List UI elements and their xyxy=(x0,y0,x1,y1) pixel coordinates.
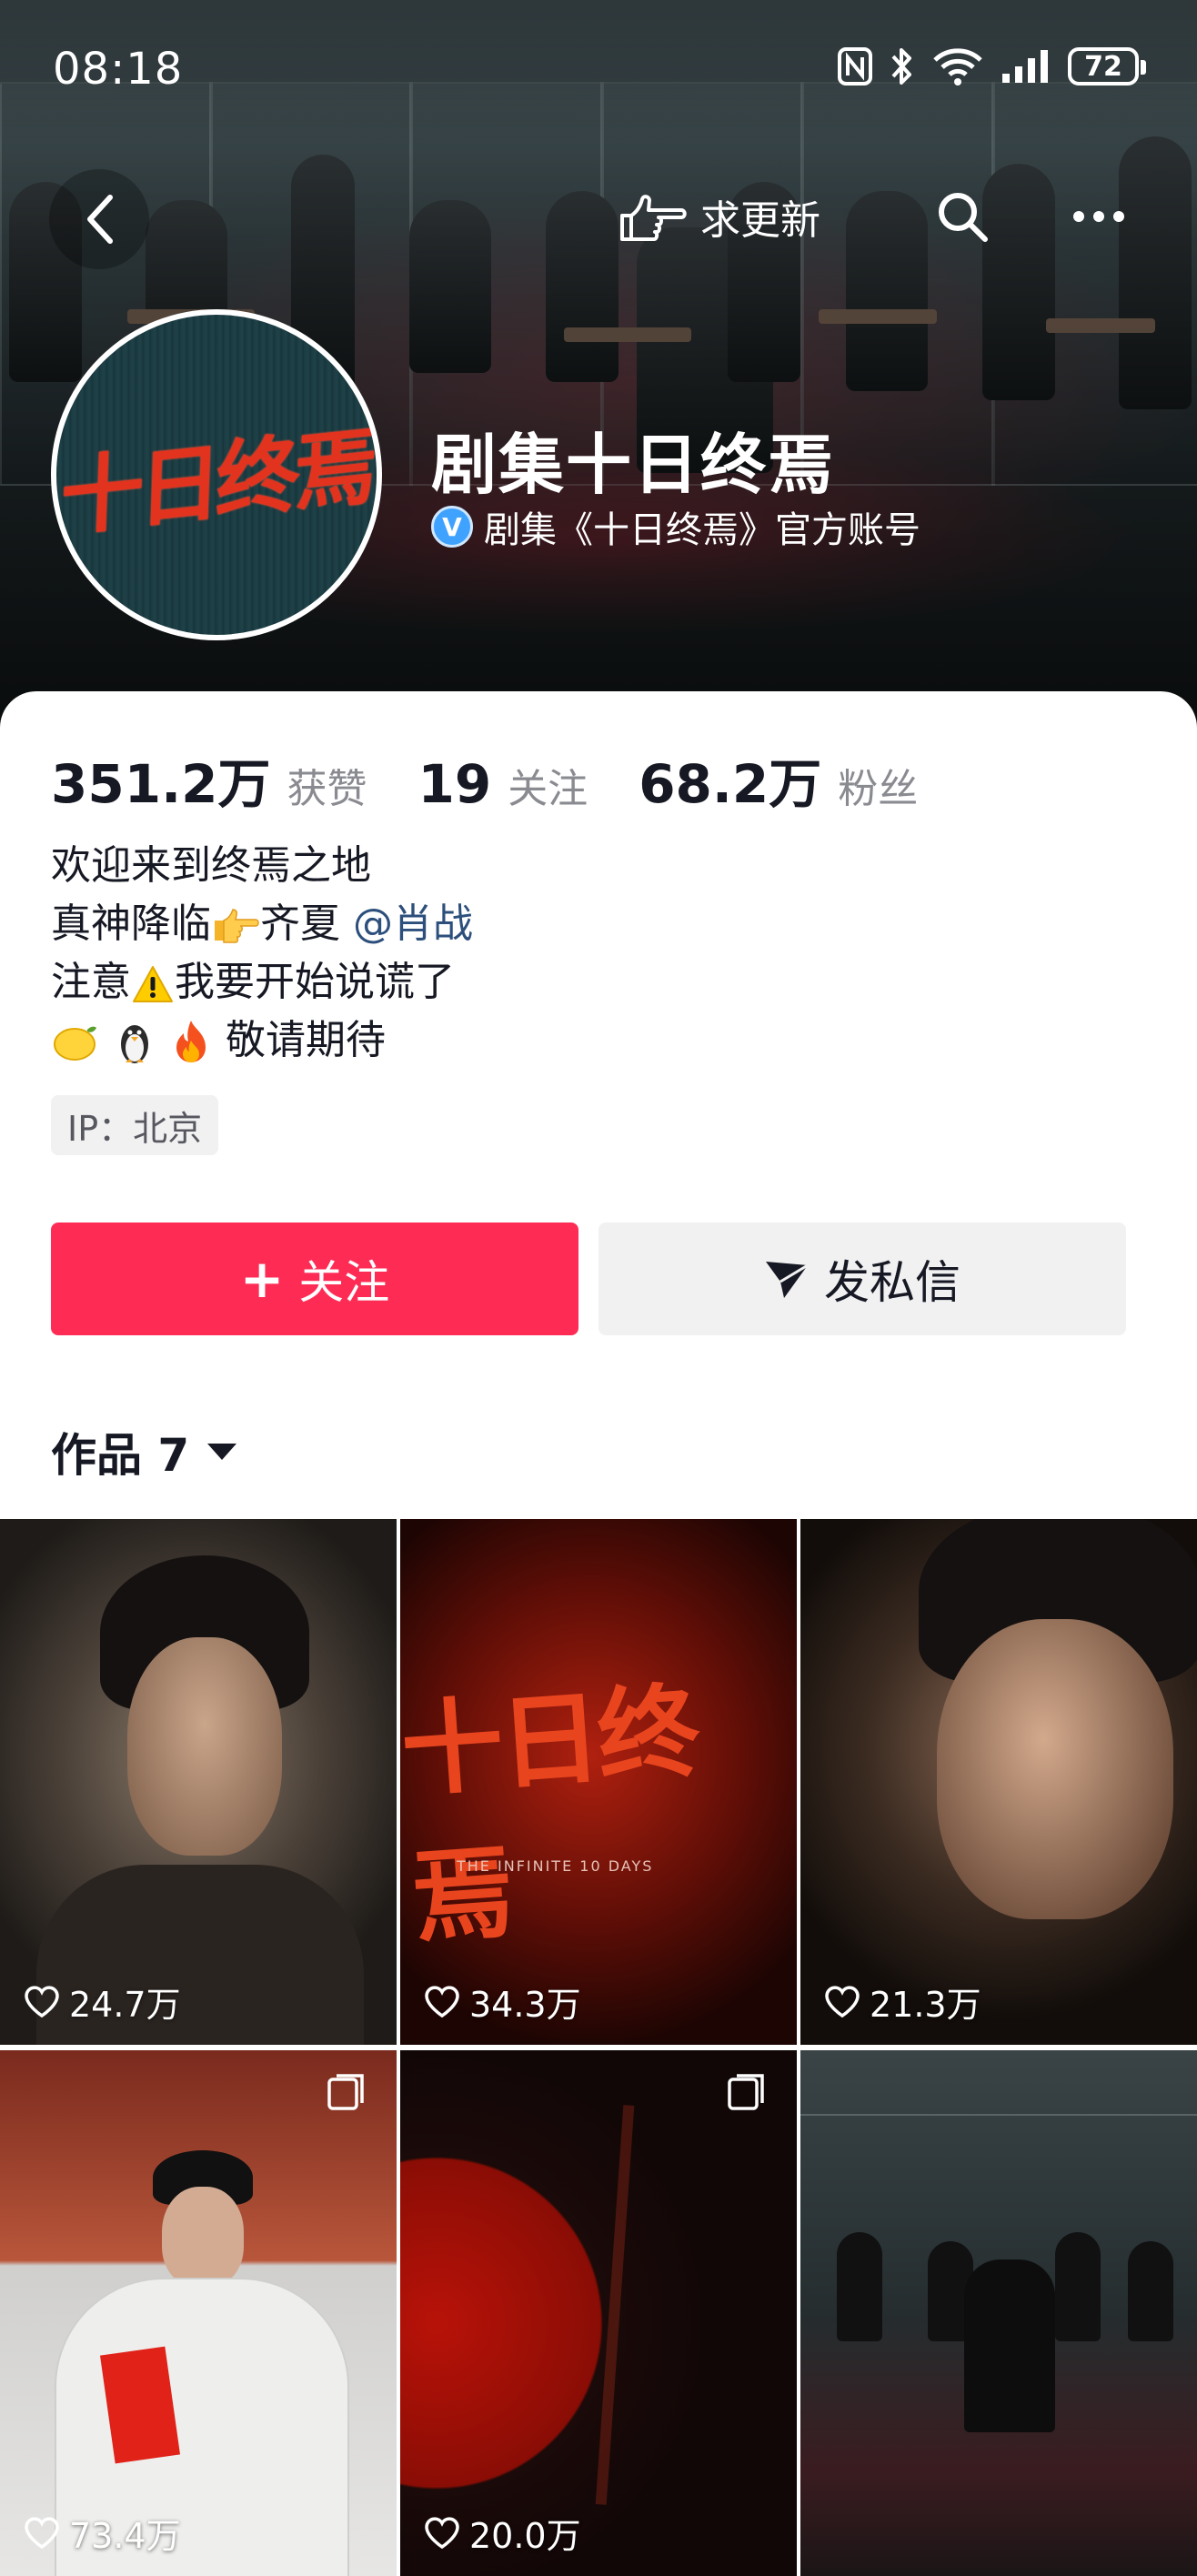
send-icon xyxy=(766,1262,809,1298)
likes-counter: 73.4万 xyxy=(24,2508,181,2558)
pointing-hand-icon xyxy=(620,195,687,241)
bio-line-2-name: 齐夏 xyxy=(260,901,353,947)
follow-label: 关注 xyxy=(298,1256,390,1309)
stat-following[interactable]: 19 关注 xyxy=(417,753,588,815)
likes-count: 24.7万 xyxy=(69,1985,181,2025)
mention-link[interactable]: @肖战 xyxy=(353,901,473,947)
caret-down-icon xyxy=(207,1444,237,1460)
video-tile[interactable] xyxy=(800,2050,1197,2576)
likes-counter: 21.3万 xyxy=(824,1977,981,2027)
more-dot-icon xyxy=(1093,211,1104,222)
bio-line-4: 敬请期待 xyxy=(51,1011,473,1070)
request-update-label: 求更新 xyxy=(700,197,820,244)
more-dot-icon xyxy=(1073,211,1084,222)
video-tile[interactable]: 20.0万 xyxy=(400,2050,797,2576)
more-dot-icon xyxy=(1113,211,1124,222)
battery-level: 72 xyxy=(1084,50,1122,83)
video-tile[interactable]: 24.7万 xyxy=(0,1519,397,2045)
bio-line-3: 注意 我要开始说谎了 xyxy=(51,953,473,1011)
status-time: 08:18 xyxy=(53,44,184,95)
battery-icon: 72 xyxy=(1068,47,1146,86)
likes-counter: 24.7万 xyxy=(24,1977,181,2027)
bio-line-2-text: 真神降临 xyxy=(51,901,211,947)
wifi-icon xyxy=(933,48,982,86)
poster-title: 十日终焉 xyxy=(400,1671,700,1958)
plus-icon: + xyxy=(239,1248,285,1310)
message-label: 发私信 xyxy=(824,1256,961,1309)
works-tab[interactable]: 作品 7 xyxy=(51,1419,237,1484)
likes-counter: 20.0万 xyxy=(424,2508,581,2558)
heart-icon xyxy=(25,2516,59,2549)
penguin-emoji-icon xyxy=(121,1025,148,1063)
request-update-button[interactable]: 求更新 xyxy=(600,173,839,260)
poster-subtitle: THE INFINITE 10 DAYS xyxy=(457,1857,654,1875)
stat-likes-label: 获赞 xyxy=(287,766,367,812)
works-label: 作品 7 xyxy=(51,1429,190,1482)
stat-likes: 351.2万 获赞 xyxy=(51,741,367,818)
profile-avatar[interactable]: 十日终焉 xyxy=(51,309,382,640)
verified-text: 剧集《十日终焉》官方账号 xyxy=(484,509,920,551)
bio-line-4-text: 敬请期待 xyxy=(226,1017,386,1063)
back-button[interactable] xyxy=(49,169,149,269)
signal-icon xyxy=(1002,50,1048,83)
heart-icon xyxy=(425,2516,459,2549)
multi-image-icon xyxy=(728,2074,764,2110)
profile-name: 剧集十日终焉 xyxy=(431,427,836,503)
video-tile[interactable]: 十日终焉 THE INFINITE 10 DAYS 34.3万 xyxy=(400,1519,797,2045)
bio-line-2: 真神降临 齐夏 @肖战 xyxy=(51,895,473,953)
search-icon xyxy=(939,193,988,242)
verified-info: V 剧集《十日终焉》官方账号 xyxy=(431,500,920,553)
stat-followers[interactable]: 68.2万 粉丝 xyxy=(639,741,918,818)
message-button[interactable]: 发私信 xyxy=(598,1223,1126,1335)
more-options-button[interactable] xyxy=(1055,173,1142,260)
lemon-emoji-icon xyxy=(54,1026,96,1061)
stat-followers-label: 粉丝 xyxy=(838,766,919,812)
verified-badge-icon: V xyxy=(431,506,473,548)
chevron-left-icon xyxy=(87,195,113,244)
bio-line-3-text-a: 注意 xyxy=(51,959,131,1005)
bio-line-1: 欢迎来到终焉之地 xyxy=(51,842,371,889)
video-tile[interactable]: 73.4万 xyxy=(0,2050,397,2576)
stat-following-label: 关注 xyxy=(508,766,588,812)
likes-count: 34.3万 xyxy=(469,1985,581,2025)
heart-icon xyxy=(425,1985,459,2018)
nfc-icon xyxy=(838,47,872,86)
heart-icon xyxy=(25,1985,59,2018)
video-tile[interactable]: 21.3万 xyxy=(800,1519,1197,2045)
pointing-right-emoji-icon xyxy=(215,909,259,943)
likes-counter: 34.3万 xyxy=(424,1977,581,2027)
stat-followers-count: 68.2万 xyxy=(639,753,822,815)
bluetooth-icon xyxy=(891,48,911,85)
stat-likes-count: 351.2万 xyxy=(51,753,271,815)
search-button[interactable] xyxy=(919,173,1006,260)
bio-line-3-text-b: 我要开始说谎了 xyxy=(175,959,455,1005)
likes-count: 73.4万 xyxy=(69,2516,181,2556)
status-bar: 08:18 72 xyxy=(0,36,1197,100)
fire-emoji-icon xyxy=(176,1021,206,1062)
status-icons: 72 xyxy=(837,45,1146,87)
heart-icon xyxy=(825,1985,860,2018)
profile-stats: 351.2万 获赞 19 关注 68.2万 粉丝 xyxy=(51,741,969,818)
likes-count: 21.3万 xyxy=(870,1985,981,2025)
warning-emoji-icon xyxy=(133,966,173,1002)
multi-image-icon xyxy=(327,2074,364,2110)
follow-button[interactable]: + 关注 xyxy=(51,1223,578,1335)
likes-count: 20.0万 xyxy=(469,2516,581,2556)
profile-bio: 欢迎来到终焉之地 真神降临 齐夏 @肖战 注意 我要开始说谎了 敬请期待 xyxy=(51,837,473,1070)
top-nav: 求更新 xyxy=(0,164,1197,269)
stat-following-count: 19 xyxy=(417,753,492,815)
avatar-logo-text: 十日终焉 xyxy=(58,416,374,548)
ip-location-tag: IP：北京 xyxy=(51,1095,219,1155)
